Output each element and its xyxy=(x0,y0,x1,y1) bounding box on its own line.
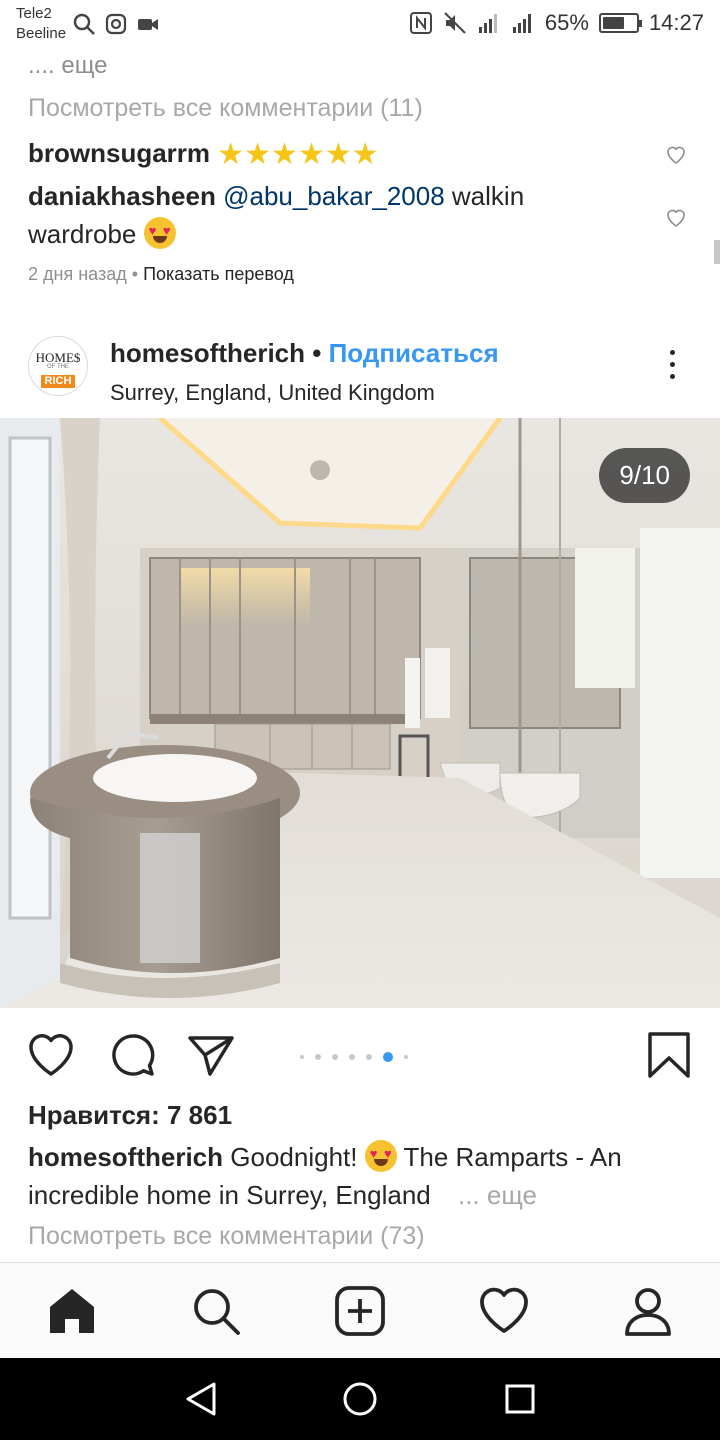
time-ago: 2 дня назад xyxy=(28,264,127,284)
caption-text: incredible home in Surrey, England xyxy=(28,1180,431,1210)
avatar-logo-text: HOME$ xyxy=(35,350,81,365)
avatar-logo-text: OF THE xyxy=(47,364,69,370)
carrier-1: Tele2 xyxy=(16,5,52,22)
comment-row: brownsugarrm ★★★★★★ xyxy=(28,134,628,174)
post-username[interactable]: homesoftherich xyxy=(110,338,305,368)
comment-text: wardrobe xyxy=(28,219,137,249)
post-image[interactable]: 9/10 xyxy=(0,418,720,1008)
signal-icon xyxy=(478,14,497,33)
share-direct-icon[interactable] xyxy=(186,1030,236,1080)
search-icon xyxy=(73,13,95,35)
post-location[interactable]: Surrey, England, United Kingdom xyxy=(110,380,435,406)
home-circle-icon[interactable] xyxy=(339,1378,381,1420)
instagram-icon xyxy=(105,13,127,35)
carrier-names: Tele2 Beeline xyxy=(16,4,66,44)
battery-icon xyxy=(598,13,642,33)
heart-eyes-emoji-icon: ♥ ♥ xyxy=(143,217,176,249)
post-caption: homesoftherich Goodnight! ♥ ♥ The Rampart… xyxy=(28,1138,688,1214)
android-nav-bar xyxy=(0,1358,720,1440)
activity-heart-icon[interactable] xyxy=(478,1285,530,1337)
bathroom-photo xyxy=(0,418,720,1008)
carousel-dot xyxy=(300,1055,304,1059)
home-icon[interactable] xyxy=(46,1285,98,1337)
save-bookmark-icon[interactable] xyxy=(644,1030,694,1080)
carousel-dot xyxy=(315,1054,321,1060)
view-all-comments-link[interactable]: Посмотреть все комментарии (73) xyxy=(28,1222,425,1251)
mute-icon xyxy=(444,12,466,34)
post-header: HOME$ OF THE RICH homesoftherich • Подпи… xyxy=(0,320,720,416)
comment-username[interactable]: daniakhasheen xyxy=(28,181,216,211)
search-icon[interactable] xyxy=(190,1285,242,1337)
battery-fill xyxy=(602,17,624,29)
carrier-2: Beeline xyxy=(16,25,67,42)
more-options-icon[interactable] xyxy=(670,350,676,384)
comment-row: daniakhasheen @abu_bakar_2008 walkin war… xyxy=(28,177,628,253)
carousel-indicator xyxy=(300,1052,408,1062)
scrollbar[interactable] xyxy=(714,240,720,264)
back-icon[interactable] xyxy=(180,1378,222,1420)
heart-eyes-emoji-icon: ♥ ♥ xyxy=(364,1140,397,1172)
signal-icon xyxy=(512,14,531,33)
carousel-dot xyxy=(383,1052,393,1062)
profile-icon[interactable] xyxy=(622,1285,674,1337)
carousel-dot xyxy=(332,1054,338,1060)
carousel-dot xyxy=(366,1054,372,1060)
comment-bubble-icon[interactable] xyxy=(108,1030,158,1080)
like-comment-heart-icon[interactable] xyxy=(664,142,688,166)
clock: 14:27 xyxy=(648,10,704,35)
bottom-nav xyxy=(0,1262,720,1358)
comment-text: walkin xyxy=(451,181,525,211)
avatar-logo-text: RICH xyxy=(40,375,76,388)
video-icon xyxy=(138,19,158,30)
battery-percent: 65% xyxy=(544,10,589,35)
separator: • xyxy=(312,338,322,368)
caption-more-link[interactable]: ... еще xyxy=(458,1180,537,1210)
like-heart-icon[interactable] xyxy=(26,1030,76,1080)
recents-icon[interactable] xyxy=(499,1378,541,1420)
nfc-icon xyxy=(409,12,432,34)
caption-text: The Ramparts - An xyxy=(403,1142,622,1172)
comment-meta: 2 дня назад • Показать перевод xyxy=(28,264,294,285)
star-emojis: ★★★★★★ xyxy=(217,138,379,171)
caption-text: Goodnight! xyxy=(230,1142,358,1172)
comment-mention[interactable]: @abu_bakar_2008 xyxy=(223,181,445,211)
carousel-dot xyxy=(404,1055,408,1059)
comment-username[interactable]: brownsugarrm xyxy=(28,138,210,168)
translate-link[interactable]: Показать перевод xyxy=(143,264,294,284)
avatar[interactable]: HOME$ OF THE RICH xyxy=(28,336,88,396)
likes-count[interactable]: Нравится: 7 861 xyxy=(28,1100,232,1131)
post-username-line: homesoftherich • Подписаться xyxy=(110,338,499,369)
caption-username[interactable]: homesoftherich xyxy=(28,1142,223,1172)
more-link[interactable]: .... еще xyxy=(28,52,108,80)
like-comment-heart-icon[interactable] xyxy=(664,205,688,229)
carousel-dot xyxy=(349,1054,355,1060)
view-all-comments-link[interactable]: Посмотреть все комментарии (11) xyxy=(28,94,423,123)
separator: • xyxy=(131,264,139,284)
follow-button[interactable]: Подписаться xyxy=(329,338,499,368)
image-counter-badge: 9/10 xyxy=(599,448,690,503)
status-bar: Tele2 Beeline 65% 14:27 xyxy=(0,0,720,48)
post-actions xyxy=(0,1008,720,1098)
add-post-icon[interactable] xyxy=(334,1285,386,1337)
